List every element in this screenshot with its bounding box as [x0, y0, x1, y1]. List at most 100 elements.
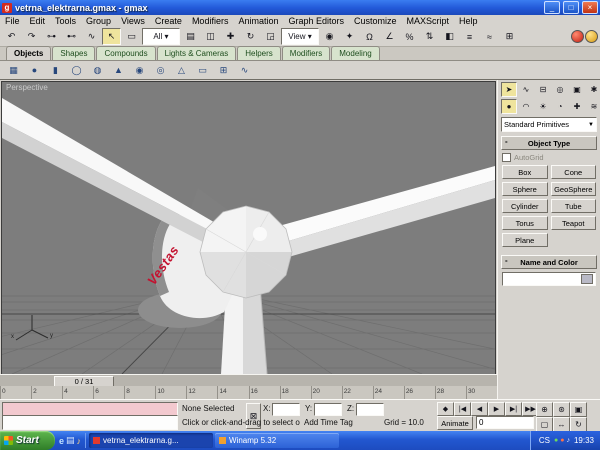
- geosphere-tool-icon[interactable]: ◉: [130, 62, 149, 79]
- current-frame-field[interactable]: 0: [476, 416, 534, 429]
- menu-item[interactable]: Graph Editors: [283, 15, 349, 27]
- menu-item[interactable]: Animation: [233, 15, 283, 27]
- cameras-category-icon[interactable]: ◔: [552, 99, 568, 114]
- primitives-dropdown[interactable]: Standard Primitives ▼: [501, 117, 597, 132]
- object-type-button[interactable]: Tube: [550, 199, 596, 213]
- select-and-manipulate-icon[interactable]: ✦: [340, 28, 359, 45]
- minimize-button[interactable]: _: [544, 1, 560, 14]
- rectangular-selection-region-icon[interactable]: ▭: [122, 28, 141, 45]
- window-crossing-toggle-icon[interactable]: ◫: [201, 28, 220, 45]
- geometry-category-icon[interactable]: ●: [501, 99, 517, 114]
- shapes-category-icon[interactable]: ◠: [518, 99, 534, 114]
- tab-lights-cameras[interactable]: Lights & Cameras: [156, 46, 237, 60]
- plane-tool-icon[interactable]: ▭: [193, 62, 212, 79]
- menu-item[interactable]: Tools: [50, 15, 81, 27]
- media-player-icon[interactable]: ♪: [77, 436, 82, 446]
- undo-icon[interactable]: ↶: [2, 28, 21, 45]
- tab-shapes[interactable]: Shapes: [52, 46, 96, 60]
- mirror-icon[interactable]: ◧: [440, 28, 459, 45]
- tab-compounds[interactable]: Compounds: [96, 46, 156, 60]
- object-type-button[interactable]: GeoSphere: [550, 182, 596, 196]
- object-type-rollout-header[interactable]: - Object Type: [501, 136, 597, 150]
- spacewarps-category-icon[interactable]: ≋: [586, 99, 600, 114]
- zoom-extents-all-button[interactable]: ▢: [536, 417, 553, 432]
- key-mode-toggle-button[interactable]: ◆: [437, 402, 454, 416]
- play-animation-button[interactable]: ▶: [488, 402, 505, 416]
- go-to-start-button[interactable]: |◀: [454, 402, 471, 416]
- menu-item[interactable]: Help: [454, 15, 483, 27]
- select-and-scale-icon[interactable]: ◲: [261, 28, 280, 45]
- create-tab-icon[interactable]: ➤: [501, 82, 517, 97]
- select-object-icon[interactable]: ↖: [102, 28, 121, 45]
- bind-to-space-warp-icon[interactable]: ∿: [82, 28, 101, 45]
- tab-modifiers[interactable]: Modifiers: [281, 46, 331, 60]
- tab-modeling[interactable]: Modeling: [331, 46, 380, 60]
- snap-toggle-icon[interactable]: Ω: [360, 28, 379, 45]
- language-indicator[interactable]: CS: [539, 436, 550, 445]
- modify-tab-icon[interactable]: ∿: [518, 82, 534, 97]
- helpers-category-icon[interactable]: ✚: [569, 99, 585, 114]
- start-button[interactable]: Start: [0, 431, 55, 450]
- redo-icon[interactable]: ↷: [22, 28, 41, 45]
- arc-rotate-button[interactable]: ↻: [570, 417, 587, 432]
- sphere-tool-icon[interactable]: ●: [25, 62, 44, 79]
- motion-tab-icon[interactable]: ◎: [552, 82, 568, 97]
- task-winamp[interactable]: Winamp 5.32: [215, 433, 340, 448]
- maximize-button[interactable]: □: [563, 1, 579, 14]
- internet-explorer-icon[interactable]: e: [59, 436, 64, 446]
- menu-item[interactable]: Create: [150, 15, 187, 27]
- box-tool-icon[interactable]: ▦: [4, 62, 23, 79]
- reference-coordinate-dropdown[interactable]: View ▾: [281, 28, 319, 45]
- object-type-button[interactable]: Sphere: [502, 182, 548, 196]
- percent-snap-icon[interactable]: %: [400, 28, 419, 45]
- pan-button[interactable]: ↔: [553, 417, 570, 432]
- pyramid-tool-icon[interactable]: △: [172, 62, 191, 79]
- object-type-button[interactable]: Box: [502, 165, 548, 179]
- menu-item[interactable]: Group: [81, 15, 116, 27]
- utilities-tab-icon[interactable]: ✱: [586, 82, 600, 97]
- animate-button[interactable]: Animate: [437, 416, 473, 430]
- spinner-snap-icon[interactable]: ⇅: [420, 28, 439, 45]
- previous-frame-button[interactable]: ◀: [471, 402, 488, 416]
- curve-editor-icon[interactable]: ≈: [480, 28, 499, 45]
- select-by-name-icon[interactable]: ▤: [181, 28, 200, 45]
- spline-tool-icon[interactable]: ∿: [235, 62, 254, 79]
- tab-objects[interactable]: Objects: [6, 46, 52, 60]
- select-and-link-icon[interactable]: ⊶: [42, 28, 61, 45]
- tray-status-icon-green[interactable]: ●: [554, 437, 558, 444]
- menu-item[interactable]: Modifiers: [187, 15, 234, 27]
- rollout-collapse-icon[interactable]: -: [505, 137, 508, 146]
- maxscript-mini-listener[interactable]: [2, 415, 178, 430]
- close-button[interactable]: ×: [582, 1, 598, 14]
- x-coordinate-field[interactable]: [272, 403, 300, 416]
- select-and-rotate-icon[interactable]: ↻: [241, 28, 260, 45]
- menu-item[interactable]: Edit: [25, 15, 51, 27]
- angle-snap-icon[interactable]: ∠: [380, 28, 399, 45]
- use-pivot-point-icon[interactable]: ◉: [320, 28, 339, 45]
- name-color-rollout-header[interactable]: - Name and Color: [501, 255, 597, 269]
- schematic-view-icon[interactable]: ⊞: [500, 28, 519, 45]
- select-and-move-icon[interactable]: ✚: [221, 28, 240, 45]
- add-time-tag[interactable]: Add Time Tag: [304, 418, 353, 427]
- quad-patch-tool-icon[interactable]: ⊞: [214, 62, 233, 79]
- teapot-tool-icon[interactable]: ◍: [88, 62, 107, 79]
- tray-winamp-icon[interactable]: ●: [560, 437, 564, 444]
- rollout-collapse-icon[interactable]: -: [505, 256, 508, 265]
- display-tab-icon[interactable]: ▣: [569, 82, 585, 97]
- tab-helpers[interactable]: Helpers: [237, 46, 281, 60]
- torus-tool-icon[interactable]: ◯: [67, 62, 86, 79]
- chevron-down-icon[interactable]: ▼: [588, 122, 594, 128]
- cone-tool-icon[interactable]: ▲: [109, 62, 128, 79]
- object-color-swatch[interactable]: [581, 274, 593, 284]
- object-type-button[interactable]: Cone: [550, 165, 596, 179]
- unlink-selection-icon[interactable]: ⊷: [62, 28, 81, 45]
- object-type-button[interactable]: Teapot: [550, 216, 596, 230]
- show-desktop-icon[interactable]: ▤: [66, 435, 75, 446]
- zoom-all-button[interactable]: ⊛: [553, 402, 570, 417]
- render-sphere-red-icon[interactable]: [571, 30, 584, 43]
- hierarchy-tab-icon[interactable]: ⊟: [535, 82, 551, 97]
- align-icon[interactable]: ≡: [460, 28, 479, 45]
- menu-item[interactable]: File: [0, 15, 25, 27]
- y-coordinate-field[interactable]: [314, 403, 342, 416]
- object-type-button[interactable]: Cylinder: [502, 199, 548, 213]
